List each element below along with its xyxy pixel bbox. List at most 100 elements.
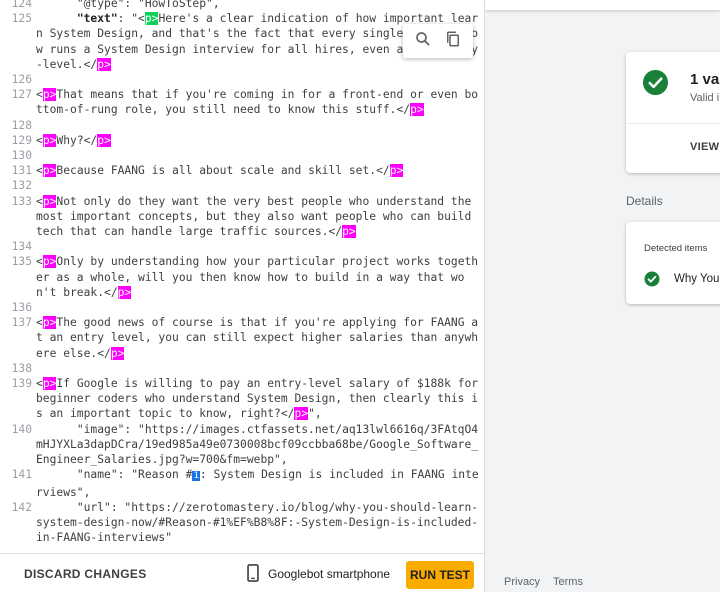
terms-link[interactable]: Terms [553,576,583,588]
line-number: 137 [11,316,32,330]
device-select-value: Googlebot smartphone [268,567,391,581]
line-number: 134 [11,240,32,254]
line-number: 132 [11,179,32,193]
html-tag-highlight: p> [410,103,424,117]
code-editor[interactable]: 124 "@type": "HowToStep", 125 "text": "<p… [0,0,484,553]
line-text [36,178,484,193]
code-text: Why?</ [56,133,98,147]
html-tag-highlight: p> [97,57,111,71]
view-button[interactable]: VIEW [690,141,719,153]
line-number: 129 [11,133,32,147]
html-tag-highlight: p> [97,133,111,147]
line-text: <p>Why?</p> [36,133,484,148]
html-tag-highlight: p> [342,225,356,239]
line-text [36,148,484,163]
code-line: 140 "image": "https://images.ctfassets.n… [0,422,484,468]
line-text: < p>If Google is willing to pay an entry-… [36,376,484,422]
line-text [36,300,484,315]
check-circle-icon [644,271,660,287]
html-tag-highlight: p> [42,194,57,208]
line-text: "image": "https://images.ctfassets.net/a… [36,422,484,468]
html-tag-highlight: p> [389,164,404,178]
code-text: < [36,316,43,330]
line-text: "@type": "HowToStep", [36,0,484,11]
code-line: 128 [0,118,484,133]
html-tag-highlight: p> [144,12,159,26]
line-number: 139 [11,377,32,391]
device-select[interactable]: Googlebot smartphone [240,561,422,587]
run-test-button[interactable]: RUN TEST [406,561,474,589]
code-text: < [36,255,43,269]
code-text: The good news of course is that if you'r… [36,316,479,360]
detected-items-label: Detected items [644,243,708,254]
line-text: "name": "Reason #1: System Design is inc… [36,467,484,499]
code-text: Because FAANG is all about scale and ski… [56,164,390,178]
code-text: "name": "Reason # [36,468,193,482]
html-tag-highlight: p> [42,316,57,330]
code-line: 132 [0,178,484,193]
code-line: 141 "name": "Reason #1: System Design is… [0,467,484,499]
code-text: Not only do they want the very best peop… [36,194,479,239]
code-line: 139 < p>If Google is willing to pay an ent… [0,376,484,422]
html-tag-highlight: p> [110,346,125,360]
divider [626,123,720,124]
line-number: 127 [11,88,32,102]
copy-icon[interactable] [444,30,462,52]
code-line: 134 [0,239,484,254]
code-text: < [36,133,43,147]
line-number: 135 [11,255,32,269]
privacy-link[interactable]: Privacy [504,576,540,588]
line-text: <p>Only by understanding how your partic… [36,254,484,300]
line-number: 140 [11,422,32,436]
html-tag-highlight: p> [294,407,309,421]
line-text [36,239,484,254]
search-icon[interactable] [414,30,432,52]
line-number: 142 [11,500,32,514]
code-line: 126 [0,72,484,87]
line-number: 128 [11,118,32,132]
code-line: 135 <p>Only by understanding how your par… [0,254,484,300]
code-line: 136 [0,300,484,315]
code-line: 129 <p>Why?</p> [0,133,484,148]
line-text [36,361,484,376]
code-lines: 124 "@type": "HowToStep", 125 "text": "<p… [0,0,484,545]
code-line: 138 [0,361,484,376]
code-text: If Google is willing to pay an entry-lev… [36,377,479,421]
line-number: 136 [11,301,32,315]
line-text: <p>That means that if you're coming in f… [36,87,484,117]
code-text: "image": "https://images.ctfassets.net/a… [36,422,479,467]
detected-item[interactable]: Why You [674,273,719,285]
results-panel: 1 val Valid i VIEW Details Detected item… [485,0,720,592]
line-number: 141 [11,468,32,482]
line-number: 124 [11,0,32,10]
result-card: 1 val Valid i VIEW [626,52,720,173]
detected-items-card: Detected items Why You [626,222,720,304]
code-line: 130 [0,148,484,163]
result-title: 1 val [690,71,720,88]
line-text [36,72,484,87]
code-text: < [36,194,43,208]
code-text: "@type": "HowToStep", [36,0,220,10]
line-number: 130 [11,149,32,163]
line-number: 138 [11,361,32,375]
details-heading: Details [626,194,663,208]
emoji-badge: 1 [192,471,200,482]
code-line: 142 "url": "https://zerotomastery.io/blo… [0,500,484,546]
line-text [36,118,484,133]
json-key: "text" [76,12,118,26]
code-line: 127 <p>That means that if you're coming i… [0,87,484,117]
code-line: 133 <p>Not only do they want the very bes… [0,194,484,240]
bottom-bar: DISCARD CHANGES Googlebot smartphone RUN… [0,553,484,592]
code-text: "url": "https://zerotomastery.io/blog/wh… [36,500,479,545]
code-text: < [36,377,43,391]
discard-changes-button[interactable]: DISCARD CHANGES [24,567,147,581]
line-text: <p>Not only do they want the very best p… [36,194,484,240]
line-number: 126 [11,73,32,87]
